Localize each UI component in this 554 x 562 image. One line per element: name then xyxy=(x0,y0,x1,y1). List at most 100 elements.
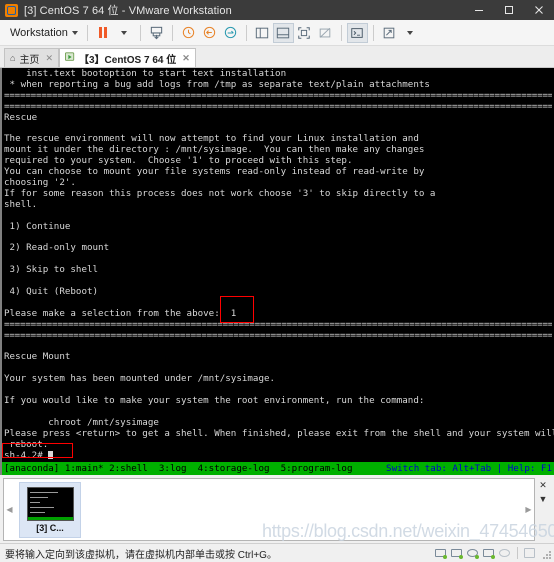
terminal-separator: ========================================… xyxy=(4,330,552,341)
tab-home-label: 主页 xyxy=(19,54,40,66)
console-icon xyxy=(351,27,364,38)
toolbar: Workstation xyxy=(0,20,554,46)
vm-icon xyxy=(64,51,75,65)
terminal-line: shell. xyxy=(4,198,38,210)
sidebar-icon xyxy=(256,27,269,38)
terminal-line: 3) Skip to shell xyxy=(4,264,99,276)
thumbnail-panel: ◀ [3] C... ▶ ✕ ▼ xyxy=(0,475,554,543)
terminal-line: 4) Quit (Reboot) xyxy=(4,286,99,298)
usb-controller-icon[interactable] xyxy=(483,548,495,559)
toolbar-divider xyxy=(372,24,374,41)
window-controls xyxy=(464,0,554,20)
workstation-menu-label: Workstation xyxy=(10,26,68,39)
scroll-left-arrow-icon[interactable]: ◀ xyxy=(4,505,15,514)
full-screen-button[interactable] xyxy=(294,23,315,43)
chevron-down-icon xyxy=(407,30,414,35)
terminal-separator: ========================================… xyxy=(4,319,552,330)
pause-button[interactable] xyxy=(93,23,114,43)
pause-icon xyxy=(99,27,108,38)
more-options-dropdown[interactable] xyxy=(400,23,421,43)
thumbnail-strip: ◀ [3] C... ▶ xyxy=(3,478,535,541)
thumbnail-centos[interactable]: [3] C... xyxy=(19,481,81,538)
close-icon[interactable]: ✕ xyxy=(45,53,53,64)
toolbar-divider xyxy=(245,24,247,41)
tab-home[interactable]: ⌂ 主页 ✕ xyxy=(4,48,59,67)
unity-mode-button[interactable] xyxy=(315,23,336,43)
scroll-right-arrow-icon[interactable]: ▶ xyxy=(523,505,534,514)
tmux-help-hint: Switch tab: Alt+Tab | Help: F1 xyxy=(386,463,552,474)
status-bar: 要将输入定向到该虚拟机，请在虚拟机内部单击或按 Ctrl+G。 xyxy=(0,543,554,562)
tab-centos[interactable]: 【3】CentOS 7 64 位 ✕ xyxy=(58,48,196,67)
terminal-line: reboot. xyxy=(4,438,49,450)
close-button[interactable] xyxy=(524,0,554,20)
show-thumbnail-bar-button[interactable] xyxy=(272,22,294,43)
hard-disk-icon[interactable] xyxy=(435,548,447,559)
vm-console-terminal[interactable]: inst.text bootoption to start text insta… xyxy=(0,68,554,462)
toolbar-divider xyxy=(139,24,141,41)
terminal-line: Rescue Mount xyxy=(4,351,71,363)
terminal-line: If for some reason this process does not… xyxy=(4,187,436,199)
terminal-line: sh-4.2# xyxy=(4,450,552,462)
device-status-icons xyxy=(435,547,551,559)
thumbnail-bar-icon xyxy=(277,27,290,38)
snapshot-icon xyxy=(150,26,163,40)
fullscreen-icon xyxy=(298,26,311,39)
tab-centos-label: 【3】CentOS 7 64 位 xyxy=(78,54,177,66)
chevron-down-icon xyxy=(121,30,128,35)
tmux-status-bar: [anaconda] 1:main* 2:shell 3:log 4:stora… xyxy=(0,462,554,475)
show-library-sidebar-button[interactable] xyxy=(252,23,273,43)
tab-bar: ⌂ 主页 ✕ 【3】CentOS 7 64 位 ✕ xyxy=(0,46,554,68)
terminal-line: You can choose to mount your file system… xyxy=(4,166,425,178)
tmux-window-list: [anaconda] 1:main* 2:shell 3:log 4:stora… xyxy=(4,463,353,474)
snapshot-button[interactable] xyxy=(146,23,167,43)
status-divider xyxy=(517,547,518,559)
network-adapter-icon[interactable] xyxy=(451,548,463,559)
vmware-icon xyxy=(5,3,18,17)
terminal-line: Rescue xyxy=(4,111,38,123)
toolbar-divider xyxy=(171,24,173,41)
window-title: [3] CentOS 7 64 位 - VMware Workstation xyxy=(24,5,232,17)
chevron-down-icon xyxy=(71,30,78,35)
vmware-workstation-window: [3] CentOS 7 64 位 - VMware Workstation W… xyxy=(0,0,554,562)
terminal-line: Your system has been mounted under /mnt/… xyxy=(4,373,276,385)
clock-manager-icon xyxy=(224,26,237,39)
terminal-line: * when reporting a bug add logs from /tm… xyxy=(4,78,430,90)
home-icon: ⌂ xyxy=(10,53,16,63)
thumbnail-panel-controls: ✕ ▼ xyxy=(535,478,551,541)
printer-icon[interactable] xyxy=(499,548,511,559)
send-keys-button[interactable] xyxy=(379,23,400,43)
clock-revert-icon xyxy=(203,26,216,39)
terminal-separator: ========================================… xyxy=(4,101,552,112)
terminal-separator: ========================================… xyxy=(4,90,552,101)
revert-snapshot-button[interactable] xyxy=(199,23,220,43)
unity-mode-icon xyxy=(320,27,331,38)
thumbnail-preview-image xyxy=(26,486,74,521)
terminal-line: If you would like to make your system th… xyxy=(4,395,425,407)
terminal-cursor xyxy=(48,450,54,459)
sound-card-icon[interactable] xyxy=(524,547,536,559)
close-icon[interactable]: ✕ xyxy=(539,481,547,490)
chevron-down-icon[interactable]: ▼ xyxy=(539,495,548,504)
resize-grip[interactable] xyxy=(540,548,551,559)
toolbar-divider xyxy=(86,24,88,41)
clock-plus-icon xyxy=(182,26,195,39)
terminal-line: 1) Continue xyxy=(4,220,71,232)
minimize-button[interactable] xyxy=(464,0,494,20)
send-keys-icon xyxy=(384,27,395,38)
pause-dropdown-button[interactable] xyxy=(114,23,135,43)
thumbnail-label: [3] C... xyxy=(36,522,64,533)
snapshot-manager-button[interactable] xyxy=(220,23,241,43)
cd-dvd-icon[interactable] xyxy=(467,548,479,559)
terminal-line: 2) Read-only mount xyxy=(4,242,110,254)
title-bar: [3] CentOS 7 64 位 - VMware Workstation xyxy=(0,0,554,20)
maximize-button[interactable] xyxy=(494,0,524,20)
console-view-button[interactable] xyxy=(346,22,368,43)
close-icon[interactable]: ✕ xyxy=(182,53,190,64)
toolbar-divider xyxy=(340,24,342,41)
terminal-line: Please make a selection from the above: … xyxy=(4,307,237,319)
workstation-menu-button[interactable]: Workstation xyxy=(6,23,82,43)
take-snapshot-button[interactable] xyxy=(178,23,199,43)
status-message: 要将输入定向到该虚拟机，请在虚拟机内部单击或按 Ctrl+G。 xyxy=(5,549,277,561)
